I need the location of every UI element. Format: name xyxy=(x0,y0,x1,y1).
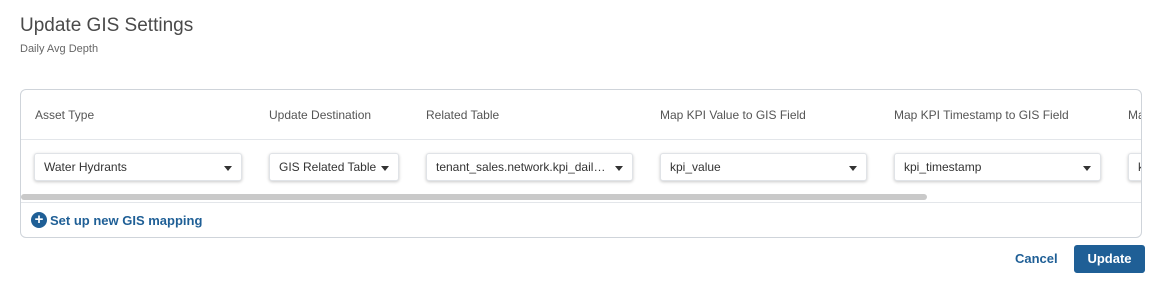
page-subtitle: Daily Avg Depth xyxy=(20,43,99,55)
caret-down-icon xyxy=(224,166,232,171)
caret-down-icon xyxy=(1083,166,1091,171)
caret-down-icon xyxy=(615,166,623,171)
gis-mapping-panel: Asset Type Update Destination Related Ta… xyxy=(20,89,1142,238)
header-next-column: Ma xyxy=(1128,108,1141,122)
next-field-value: k xyxy=(1138,154,1141,180)
asset-type-select[interactable]: Water Hydrants xyxy=(34,153,242,181)
header-asset-type: Asset Type xyxy=(35,108,95,122)
header-map-kpi-value: Map KPI Value to GIS Field xyxy=(660,108,806,122)
kpi-value-field-value: kpi_value xyxy=(670,160,721,174)
add-gis-mapping-label: Set up new GIS mapping xyxy=(50,212,203,228)
header-update-destination: Update Destination xyxy=(269,108,372,122)
related-table-value: tenant_sales.network.kpi_daily... xyxy=(436,160,608,174)
cancel-button[interactable]: Cancel xyxy=(1005,247,1068,271)
update-destination-select[interactable]: GIS Related Table xyxy=(269,153,399,181)
kpi-timestamp-field-select[interactable]: kpi_timestamp xyxy=(894,153,1101,181)
next-field-select[interactable]: k xyxy=(1128,153,1141,181)
page-title: Update GIS Settings xyxy=(20,15,194,36)
caret-down-icon xyxy=(849,166,857,171)
header-related-table: Related Table xyxy=(426,108,500,122)
asset-type-value: Water Hydrants xyxy=(44,160,127,174)
related-table-select[interactable]: tenant_sales.network.kpi_daily... xyxy=(426,153,633,181)
update-button[interactable]: Update xyxy=(1074,245,1145,273)
kpi-value-field-select[interactable]: kpi_value xyxy=(660,153,867,181)
add-gis-mapping-link[interactable]: + Set up new GIS mapping xyxy=(31,211,202,229)
caret-down-icon xyxy=(381,166,389,171)
update-destination-value: GIS Related Table xyxy=(279,160,377,174)
kpi-timestamp-field-value: kpi_timestamp xyxy=(904,160,982,174)
horizontal-scrollbar[interactable] xyxy=(21,194,927,200)
table-header-row: Asset Type Update Destination Related Ta… xyxy=(21,90,1141,140)
header-map-kpi-timestamp: Map KPI Timestamp to GIS Field xyxy=(894,108,1069,122)
plus-circle-icon: + xyxy=(31,212,47,228)
